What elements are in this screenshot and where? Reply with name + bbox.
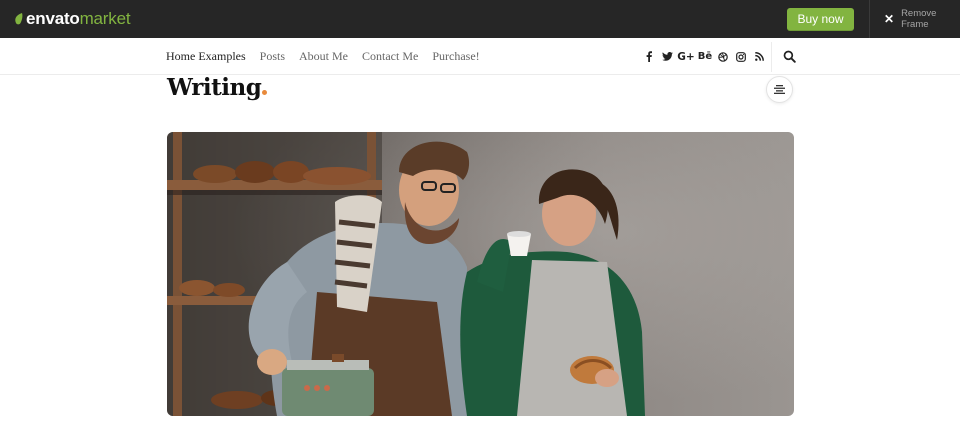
- featured-image[interactable]: [167, 132, 794, 416]
- buy-now-button[interactable]: Buy now: [787, 8, 854, 31]
- dribbble-icon[interactable]: [714, 51, 732, 62]
- remove-frame-label: Remove Frame: [901, 8, 937, 30]
- nav-item-home-examples[interactable]: Home Examples: [166, 49, 246, 64]
- bar-divider: [869, 0, 870, 38]
- twitter-icon[interactable]: [658, 52, 676, 61]
- title-accent-dot: [262, 90, 268, 95]
- header-divider: [771, 42, 772, 72]
- remove-frame-button[interactable]: ✕ Remove Frame: [884, 8, 960, 30]
- leaf-icon: [15, 13, 23, 25]
- menu-toggle-button[interactable]: [766, 76, 793, 103]
- page-title: Writing: [167, 74, 268, 102]
- nav-item-about-me[interactable]: About Me: [299, 49, 348, 64]
- search-icon[interactable]: [783, 50, 796, 63]
- page-title-text: Writing: [167, 74, 262, 101]
- nav-item-posts[interactable]: Posts: [260, 49, 285, 64]
- align-center-icon: [774, 85, 785, 94]
- social-links: G+ Bē: [640, 38, 768, 75]
- logo-text-bold: envato: [26, 9, 80, 28]
- rss-icon[interactable]: [750, 52, 768, 61]
- envato-top-bar: envato market Buy now ✕ Remove Frame: [0, 0, 960, 38]
- logo-text-light: market: [79, 9, 131, 28]
- main-nav: Home Examples Posts About Me Contact Me …: [166, 38, 494, 75]
- facebook-icon[interactable]: [640, 51, 658, 62]
- site-header: Home Examples Posts About Me Contact Me …: [0, 38, 960, 75]
- behance-icon[interactable]: Bē: [696, 51, 714, 62]
- close-icon: ✕: [884, 12, 895, 26]
- nav-item-purchase[interactable]: Purchase!: [432, 49, 479, 64]
- nav-item-contact-me[interactable]: Contact Me: [362, 49, 418, 64]
- instagram-icon[interactable]: [732, 51, 750, 62]
- envato-market-logo[interactable]: envato market: [14, 8, 131, 30]
- photo-bakery-couple: [167, 132, 794, 416]
- google-plus-icon[interactable]: G+: [676, 51, 696, 63]
